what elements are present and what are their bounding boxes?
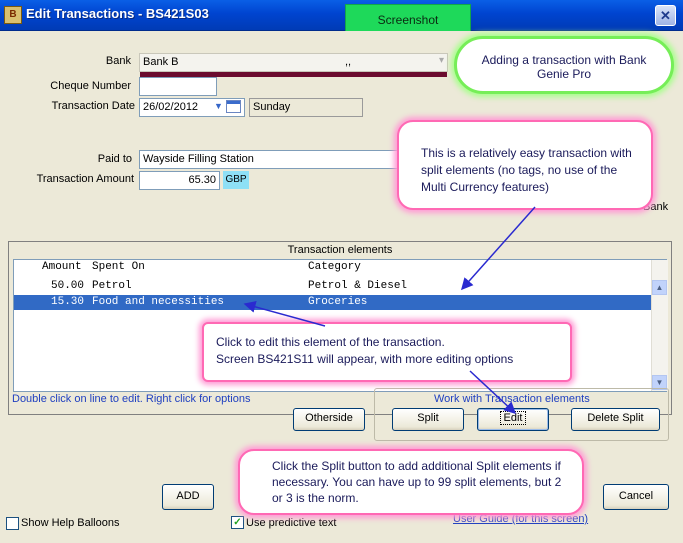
easy-callout-arrow: [461, 206, 536, 291]
edit-callout-arrow-left: [243, 300, 326, 327]
callout-arrows: [243, 206, 536, 415]
edit-callout-arrow-right: [469, 370, 517, 415]
